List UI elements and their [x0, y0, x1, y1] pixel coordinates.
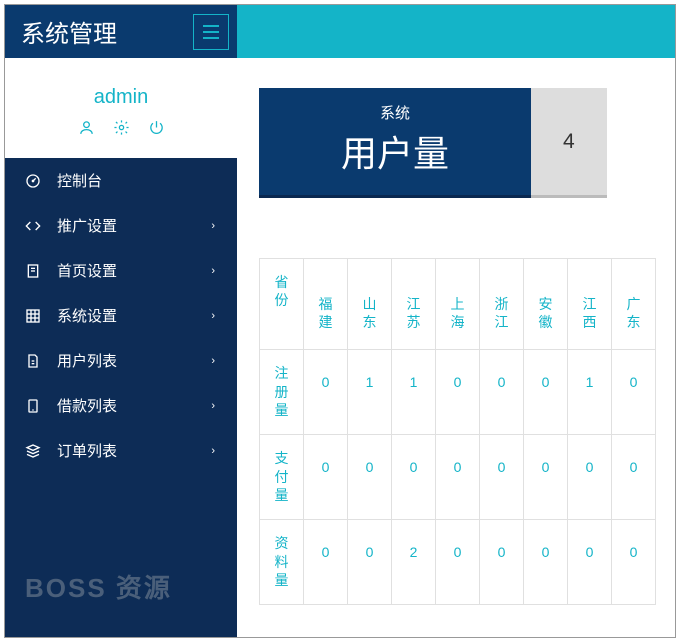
table-cell: 0 — [524, 520, 568, 605]
table-row-label: 资料量 — [260, 520, 304, 605]
table-cell: 1 — [392, 350, 436, 435]
table-col-header: 浙江 — [480, 259, 524, 350]
page-icon — [25, 263, 45, 279]
chevron-right-icon: › — [211, 355, 215, 367]
topbar-left: 系统管理 — [5, 5, 237, 58]
stat-card-sub: 系统 — [341, 102, 449, 123]
sidebar: admin 控制台推广设置›首页设置›系统设置›用户列表›借款列表›订单列表› … — [5, 58, 237, 637]
table-cell: 0 — [348, 520, 392, 605]
chevron-right-icon: › — [211, 265, 215, 277]
grid-icon — [25, 308, 45, 324]
nav-item-6[interactable]: 订单列表 › — [5, 428, 237, 473]
gear-icon[interactable] — [113, 119, 130, 136]
nav-label: 推广设置 — [57, 215, 117, 236]
stat-card-title: 用户量 — [341, 125, 449, 177]
user-box: admin — [5, 58, 237, 158]
table-cell: 0 — [304, 520, 348, 605]
user-icon[interactable] — [78, 119, 95, 136]
nav-label: 用户列表 — [57, 350, 117, 371]
table-cell: 0 — [436, 520, 480, 605]
table-cell: 2 — [392, 520, 436, 605]
table-cell: 0 — [612, 350, 656, 435]
stack-icon — [25, 443, 45, 459]
table-cell: 0 — [480, 520, 524, 605]
power-icon[interactable] — [148, 119, 165, 136]
main: 系统 用户量 4 省份福建山东江苏上海浙江安徽江西广东注册量01100010支付… — [237, 58, 675, 637]
table-cell: 0 — [436, 435, 480, 520]
table-cell: 0 — [436, 350, 480, 435]
stat-card-value: 4 — [531, 88, 607, 198]
table-cell: 1 — [348, 350, 392, 435]
chevron-right-icon: › — [211, 400, 215, 412]
nav-item-4[interactable]: 用户列表 › — [5, 338, 237, 383]
file-icon — [25, 353, 45, 369]
topbar: 系统管理 — [5, 5, 675, 58]
nav-label: 首页设置 — [57, 260, 117, 281]
menu-toggle-button[interactable] — [193, 14, 229, 50]
table-cell: 0 — [524, 435, 568, 520]
nav-label: 借款列表 — [57, 395, 117, 416]
nav-item-5[interactable]: 借款列表 › — [5, 383, 237, 428]
user-name: admin — [5, 86, 237, 109]
code-icon — [25, 218, 45, 234]
table-corner: 省份 — [260, 259, 304, 350]
chevron-right-icon: › — [211, 310, 215, 322]
table-col-header: 上海 — [436, 259, 480, 350]
table-col-header: 安徽 — [524, 259, 568, 350]
data-table: 省份福建山东江苏上海浙江安徽江西广东注册量01100010支付量00000000… — [259, 258, 675, 605]
table-cell: 0 — [612, 520, 656, 605]
dashboard-icon — [25, 173, 45, 189]
table-col-header: 山东 — [348, 259, 392, 350]
stat-card-label: 系统 用户量 — [259, 88, 531, 198]
hamburger-icon — [203, 25, 219, 39]
chevron-right-icon: › — [211, 220, 215, 232]
nav-label: 控制台 — [57, 170, 102, 191]
nav-label: 订单列表 — [57, 440, 117, 461]
table-cell: 0 — [480, 435, 524, 520]
brand-title: 系统管理 — [21, 14, 117, 49]
nav-label: 系统设置 — [57, 305, 117, 326]
table-cell: 0 — [304, 350, 348, 435]
stat-card: 系统 用户量 4 — [259, 88, 675, 198]
table-cell: 0 — [568, 520, 612, 605]
table-row-label: 注册量 — [260, 350, 304, 435]
nav-item-1[interactable]: 推广设置 › — [5, 203, 237, 248]
table-cell: 0 — [524, 350, 568, 435]
table-cell: 0 — [348, 435, 392, 520]
nav-item-2[interactable]: 首页设置 › — [5, 248, 237, 293]
table-row-label: 支付量 — [260, 435, 304, 520]
table-cell: 0 — [612, 435, 656, 520]
table-col-header: 广东 — [612, 259, 656, 350]
table-col-header: 江西 — [568, 259, 612, 350]
chevron-right-icon: › — [211, 445, 215, 457]
table-col-header: 福建 — [304, 259, 348, 350]
nav: 控制台推广设置 › 首页设置 › 系统设置 › 用户列表 › 借款列表 › 订单列表 › — [5, 158, 237, 637]
table-cell: 0 — [304, 435, 348, 520]
tablet-icon — [25, 398, 45, 414]
table-col-header: 江苏 — [392, 259, 436, 350]
table-cell: 0 — [392, 435, 436, 520]
table-cell: 0 — [568, 435, 612, 520]
nav-item-0[interactable]: 控制台 — [5, 158, 237, 203]
table-cell: 1 — [568, 350, 612, 435]
watermark: BOSS 资源 — [25, 568, 172, 605]
table-cell: 0 — [480, 350, 524, 435]
nav-item-3[interactable]: 系统设置 › — [5, 293, 237, 338]
